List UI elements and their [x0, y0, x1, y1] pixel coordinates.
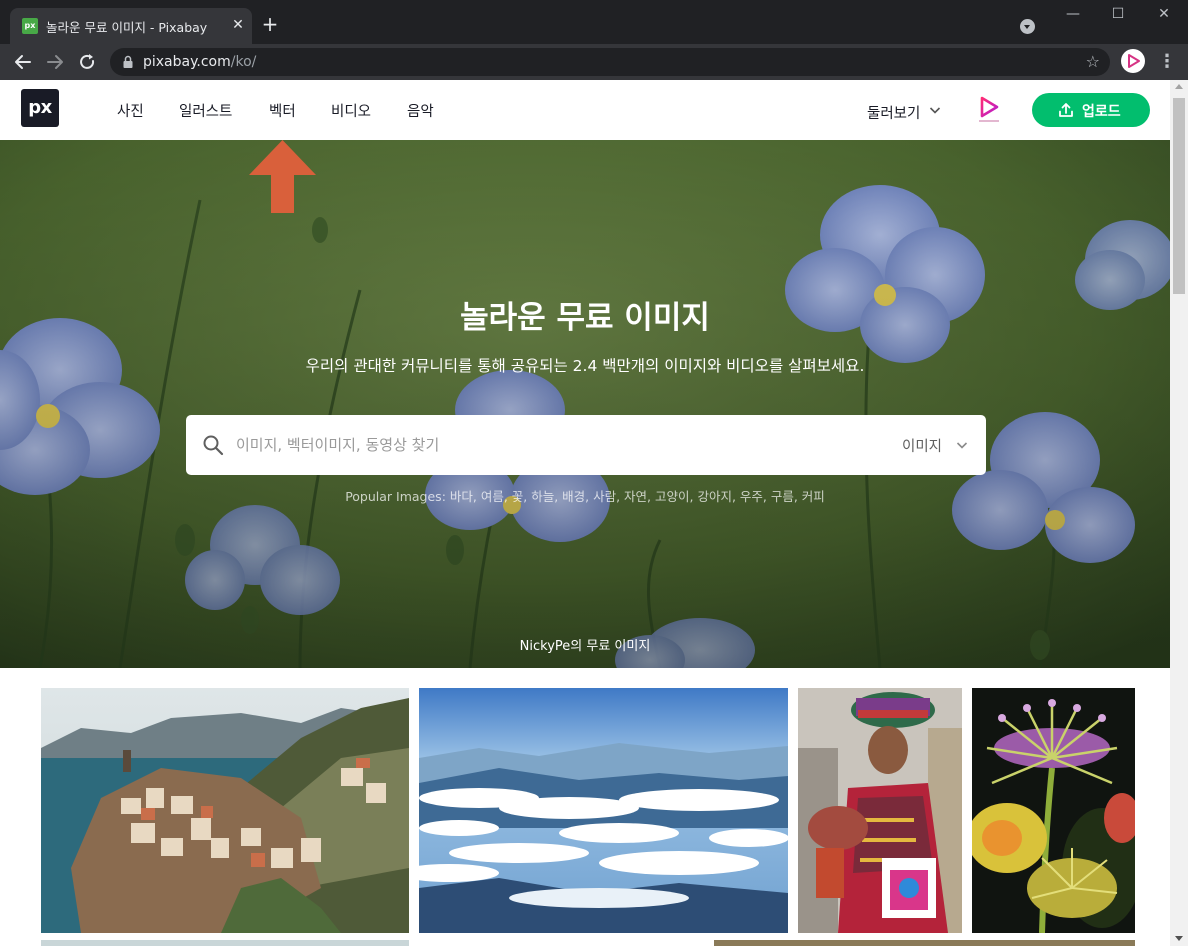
new-tab-button[interactable]: + — [259, 13, 281, 35]
gallery-next-row-image[interactable] — [714, 940, 1135, 946]
gallery-image-flower-closeup[interactable] — [972, 688, 1135, 933]
reload-icon — [80, 54, 95, 69]
pixabay-logo[interactable]: px — [21, 89, 59, 127]
chevron-down-icon[interactable] — [929, 104, 941, 116]
lock-icon — [123, 55, 133, 68]
tab-close-icon[interactable]: ✕ — [229, 16, 247, 34]
play-logo-icon[interactable] — [976, 95, 1002, 125]
nav-photos[interactable]: 사진 — [117, 100, 144, 121]
maximize-button[interactable]: ☐ — [1107, 4, 1129, 24]
reload-button[interactable] — [74, 49, 100, 75]
pixabay-favicon-icon: px — [22, 18, 38, 34]
search-input[interactable] — [236, 429, 876, 461]
search-box: 이미지 — [186, 415, 986, 475]
tab-search-icon[interactable] — [1020, 19, 1035, 34]
hero-banner: 놀라운 무료 이미지 우리의 관대한 커뮤니티를 통해 공유되는 2.4 백만개… — [0, 140, 1170, 668]
address-bar[interactable]: pixabay.com/ko/ ☆ — [110, 48, 1110, 76]
browser-toolbar: pixabay.com/ko/ ☆ ⋮ — [0, 44, 1188, 80]
scroll-up-arrow-icon[interactable] — [1175, 84, 1183, 89]
browser-titlebar: px 놀라운 무료 이미지 - Pixabay ✕ + — ☐ ✕ — [0, 0, 1188, 44]
annotation-arrow-icon — [249, 140, 316, 213]
url-text: pixabay.com/ko/ — [143, 54, 256, 70]
chevron-down-icon[interactable] — [956, 439, 968, 451]
forward-arrow-icon — [47, 55, 63, 69]
upload-icon — [1059, 103, 1073, 117]
browser-tab[interactable]: px 놀라운 무료 이미지 - Pixabay ✕ — [10, 8, 252, 44]
nav-vectors[interactable]: 벡터 — [269, 100, 296, 121]
tab-title: 놀라운 무료 이미지 - Pixabay — [46, 20, 208, 35]
nav-illustrations[interactable]: 일러스트 — [179, 100, 232, 121]
nav-videos[interactable]: 비디오 — [331, 100, 371, 121]
hero-background-image — [0, 140, 1170, 668]
popular-searches[interactable]: Popular Images: 바다, 여름, 꽃, 하늘, 배경, 사람, 자… — [0, 486, 1170, 505]
site-header: px 사진 일러스트 벡터 비디오 음악 둘러보기 업로드 — [0, 80, 1170, 140]
gallery-image-woman-traditional-dress[interactable] — [798, 688, 962, 933]
play-logo-icon — [1128, 54, 1140, 68]
forward-button[interactable] — [42, 49, 68, 75]
hero-subtitle: 우리의 관대한 커뮤니티를 통해 공유되는 2.4 백만개의 이미지와 비디오를… — [305, 357, 865, 375]
close-window-button[interactable]: ✕ — [1153, 4, 1175, 24]
nav-music[interactable]: 음악 — [407, 100, 434, 121]
search-type-select[interactable]: 이미지 — [902, 435, 942, 456]
gallery-image-clouds-mountains[interactable] — [419, 688, 788, 933]
search-icon[interactable] — [202, 434, 224, 456]
upload-button[interactable]: 업로드 — [1032, 93, 1150, 127]
back-button[interactable] — [10, 49, 36, 75]
scrollbar-thumb[interactable] — [1173, 98, 1185, 294]
back-arrow-icon — [15, 55, 31, 69]
url-domain: pixabay.com — [143, 54, 231, 70]
explore-menu[interactable]: 둘러보기 — [867, 102, 920, 123]
url-path: /ko/ — [230, 54, 257, 70]
page-scrollbar[interactable] — [1170, 80, 1188, 946]
minimize-button[interactable]: — — [1062, 4, 1084, 24]
gallery-next-row-image[interactable] — [41, 940, 409, 946]
gallery-image-coastal-village[interactable] — [41, 688, 409, 933]
star-icon[interactable]: ☆ — [1086, 52, 1100, 72]
profile-avatar[interactable] — [1121, 49, 1145, 73]
scroll-down-arrow-icon[interactable] — [1175, 936, 1183, 941]
hero-title: 놀라운 무료 이미지 — [460, 300, 710, 336]
image-credit[interactable]: NickyPe의 무료 이미지 — [0, 635, 1170, 654]
upload-label: 업로드 — [1082, 104, 1121, 120]
browser-menu-button[interactable]: ⋮ — [1158, 51, 1176, 73]
